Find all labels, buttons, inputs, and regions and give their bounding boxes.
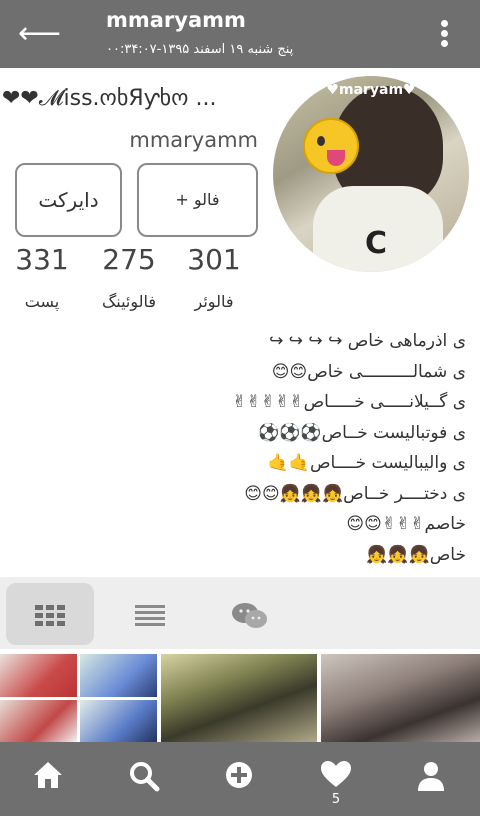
grid-icon: [35, 605, 65, 626]
bio-line: ی دختــــر خــاص👧👧👧😊😊: [244, 483, 466, 504]
emoji-sticker-icon: [303, 118, 359, 174]
direct-message-button[interactable]: دایرکت: [15, 163, 122, 237]
post-thumbnail[interactable]: [321, 654, 480, 742]
bio-line: ی گــیلانـــــی خـــــاص✌✌✌✌✌: [232, 392, 466, 412]
tab-grid[interactable]: [6, 583, 94, 645]
profile-icon: [418, 762, 444, 791]
nav-add[interactable]: [215, 754, 265, 804]
following-label[interactable]: فالوئینگ: [84, 292, 174, 311]
heart-icon: [321, 761, 351, 787]
bio-line: خاص👧👧👧: [366, 544, 466, 565]
posts-count: 331: [15, 243, 69, 276]
post-thumbnail[interactable]: [161, 654, 317, 742]
followers-count[interactable]: 301: [174, 243, 254, 276]
bio-line: ی والیبالیست خــــاص🤙🤙: [267, 453, 466, 473]
bottom-nav: 5: [0, 742, 480, 816]
followers-label[interactable]: فالوئر: [169, 292, 259, 311]
post-thumbnail[interactable]: [0, 700, 77, 742]
page-title: mmaryamm: [106, 8, 246, 32]
profile-username: mmaryamm: [129, 128, 258, 152]
bio-line: ی شمالــــــــــی خاص😊😊: [271, 361, 466, 382]
profile-bio: ی اذرماهی خاص ↪ ↪ ↪ ↪ ی شمالــــــــــی …: [166, 326, 466, 570]
profile-full-name: ❤❤𝓜iss.ოხЯƴხო ...: [2, 86, 217, 111]
home-icon: [34, 762, 62, 788]
follow-button[interactable]: + فالو: [137, 163, 258, 237]
last-seen-timestamp: پنج شنبه ۱۹ اسفند ۱۳۹۵-۰۰:۳۴:۰۷: [106, 42, 294, 57]
likes-count-badge: 5: [331, 792, 341, 807]
nav-home[interactable]: [23, 754, 73, 804]
overflow-menu-icon[interactable]: [438, 20, 450, 48]
tab-chat[interactable]: [206, 583, 294, 645]
top-bar: ⟵ mmaryamm پنج شنبه ۱۹ اسفند ۱۳۹۵-۰۰:۳۴:…: [0, 0, 480, 68]
following-count[interactable]: 275: [89, 243, 169, 276]
search-icon: [130, 762, 160, 792]
post-thumbnail[interactable]: [80, 654, 157, 697]
view-tabs: [0, 577, 480, 649]
nav-search[interactable]: [119, 754, 169, 804]
nav-activity[interactable]: 5: [311, 754, 361, 807]
nav-profile[interactable]: [407, 754, 457, 804]
chat-icon: [232, 603, 267, 628]
list-icon: [135, 605, 165, 627]
tab-list[interactable]: [106, 583, 194, 645]
avatar[interactable]: C ♥maryam♥: [273, 76, 469, 272]
posts-label: پست: [24, 292, 60, 311]
bio-line: ی اذرماهی خاص ↪ ↪ ↪ ↪: [269, 331, 466, 351]
bio-line: خاصم✌✌✌😊😊: [346, 514, 466, 534]
post-thumbnail[interactable]: [80, 700, 157, 742]
posts-grid: [0, 654, 480, 742]
bio-line: ی فوتبالیست خــاص⚽⚽⚽: [258, 422, 466, 443]
back-arrow-icon[interactable]: ⟵: [18, 18, 61, 50]
avatar-watermark: ♥maryam♥: [326, 82, 416, 98]
post-thumbnail[interactable]: [0, 654, 77, 697]
add-icon: [226, 762, 252, 788]
